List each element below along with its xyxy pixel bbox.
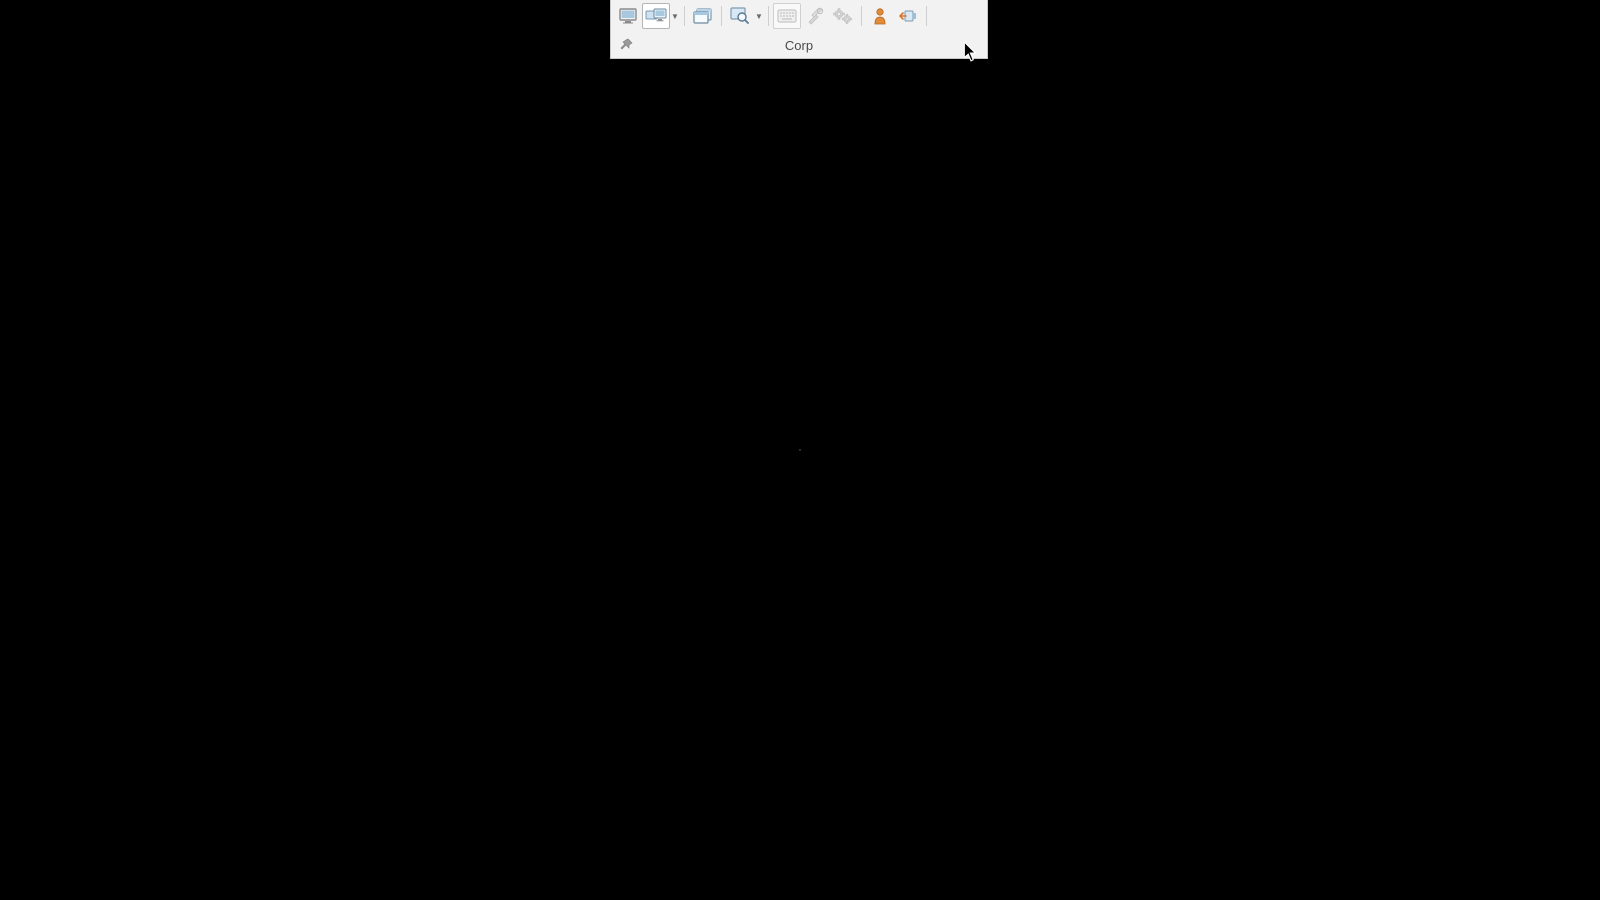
settings-button[interactable] — [829, 3, 857, 29]
user-icon — [873, 7, 887, 25]
window-button[interactable] — [689, 3, 717, 29]
separator — [768, 6, 769, 26]
separator — [861, 6, 862, 26]
zoom-icon — [730, 7, 750, 25]
zoom-button[interactable] — [726, 3, 754, 29]
toolbar-icon-row: ▼ ▼ — [611, 0, 987, 32]
toolbar-title-row: Corp — [611, 32, 987, 58]
separator — [721, 6, 722, 26]
disconnect-icon — [899, 9, 917, 23]
multi-monitor-icon — [645, 8, 667, 24]
disconnect-button[interactable] — [894, 3, 922, 29]
keyboard-icon — [777, 9, 797, 23]
pin-button[interactable] — [615, 38, 639, 52]
connection-title: Corp — [639, 38, 983, 53]
keyboard-button[interactable] — [773, 3, 801, 29]
connection-toolbar: ▼ ▼ — [610, 0, 988, 59]
window-icon — [693, 8, 713, 24]
pin-icon — [620, 38, 634, 52]
center-marker — [799, 449, 801, 451]
tools-icon — [806, 7, 824, 25]
monitor-icon — [619, 8, 637, 24]
multi-monitor-button[interactable] — [642, 3, 670, 29]
zoom-dropdown[interactable]: ▼ — [754, 12, 764, 21]
separator — [926, 6, 927, 26]
settings-gears-icon — [833, 7, 853, 25]
tools-button[interactable] — [801, 3, 829, 29]
monitor-button[interactable] — [614, 3, 642, 29]
multi-monitor-dropdown[interactable]: ▼ — [670, 12, 680, 21]
separator — [684, 6, 685, 26]
user-button[interactable] — [866, 3, 894, 29]
